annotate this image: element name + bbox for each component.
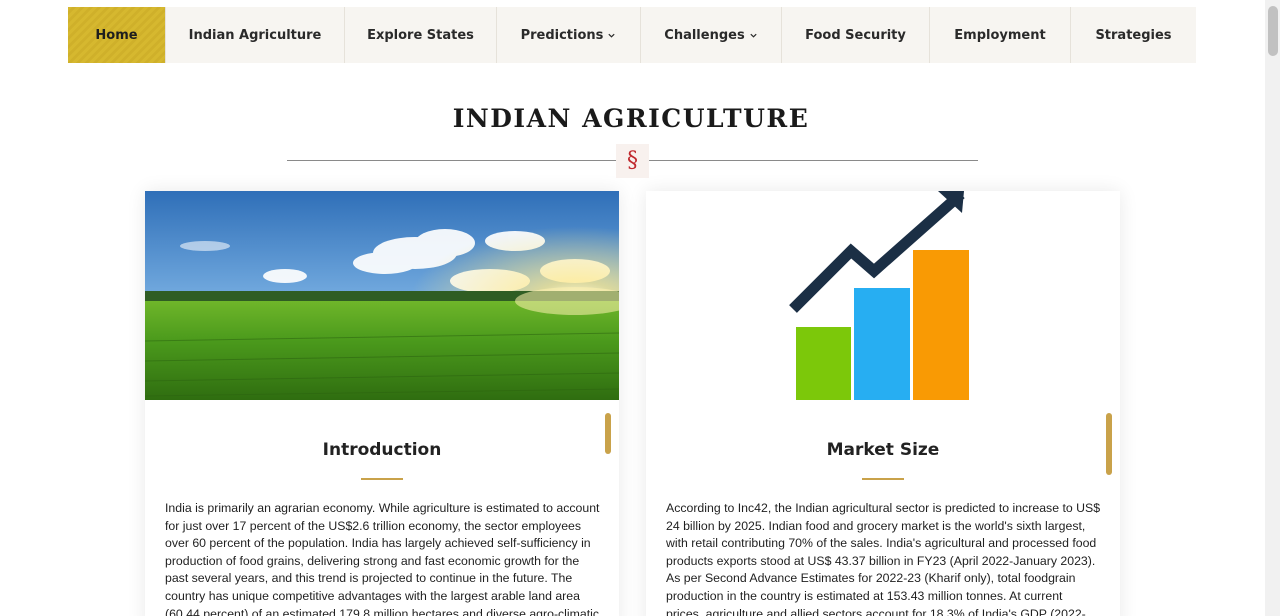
heading-underline bbox=[862, 478, 904, 480]
nav-item-home[interactable]: Home bbox=[68, 7, 166, 63]
nav-item-challenges[interactable]: Challenges bbox=[641, 7, 782, 63]
title-divider-right bbox=[649, 160, 978, 161]
heading-underline bbox=[361, 478, 403, 480]
card-scrollbar[interactable] bbox=[1106, 413, 1112, 475]
nav-item-label: Challenges bbox=[664, 27, 745, 43]
nav-item-food-security[interactable]: Food Security bbox=[782, 7, 930, 63]
market-size-card: Market Size According to Inc42, the Indi… bbox=[646, 191, 1120, 616]
nav-item-label: Employment bbox=[954, 27, 1046, 43]
main-nav: Home Indian Agriculture Explore States P… bbox=[68, 7, 1196, 63]
introduction-card: Introduction India is primarily an agrar… bbox=[145, 191, 619, 616]
nav-item-label: Indian Agriculture bbox=[188, 27, 322, 43]
page-title: INDIAN AGRICULTURE bbox=[452, 104, 810, 133]
nav-item-strategies[interactable]: Strategies bbox=[1071, 7, 1196, 63]
nav-item-label: Strategies bbox=[1095, 27, 1172, 43]
page-scrollbar[interactable] bbox=[1265, 0, 1280, 616]
card-text: According to Inc42, the Indian agricultu… bbox=[666, 501, 1101, 616]
chevron-down-icon bbox=[750, 33, 757, 38]
nav-item-explore-states[interactable]: Explore States bbox=[345, 7, 497, 63]
chevron-down-icon bbox=[608, 33, 616, 38]
card-heading: Introduction bbox=[322, 440, 442, 460]
card-scrollbar[interactable] bbox=[605, 413, 611, 454]
nav-item-label: Explore States bbox=[367, 27, 474, 43]
card-heading: Market Size bbox=[826, 440, 940, 460]
nav-item-label: Food Security bbox=[805, 27, 906, 43]
nav-item-indian-agriculture[interactable]: Indian Agriculture bbox=[166, 7, 345, 63]
nav-item-predictions[interactable]: Predictions bbox=[497, 7, 641, 63]
title-divider-left bbox=[287, 160, 616, 161]
nav-item-employment[interactable]: Employment bbox=[930, 7, 1071, 63]
page-scrollbar-thumb[interactable] bbox=[1268, 6, 1278, 56]
card-text: India is primarily an agrarian economy. … bbox=[165, 501, 600, 616]
crop-field-image bbox=[145, 191, 619, 400]
growth-chart-icon bbox=[646, 191, 1120, 400]
nav-item-label: Home bbox=[95, 27, 138, 43]
nav-item-label: Predictions bbox=[520, 27, 604, 43]
section-mark-icon: § bbox=[616, 144, 649, 178]
